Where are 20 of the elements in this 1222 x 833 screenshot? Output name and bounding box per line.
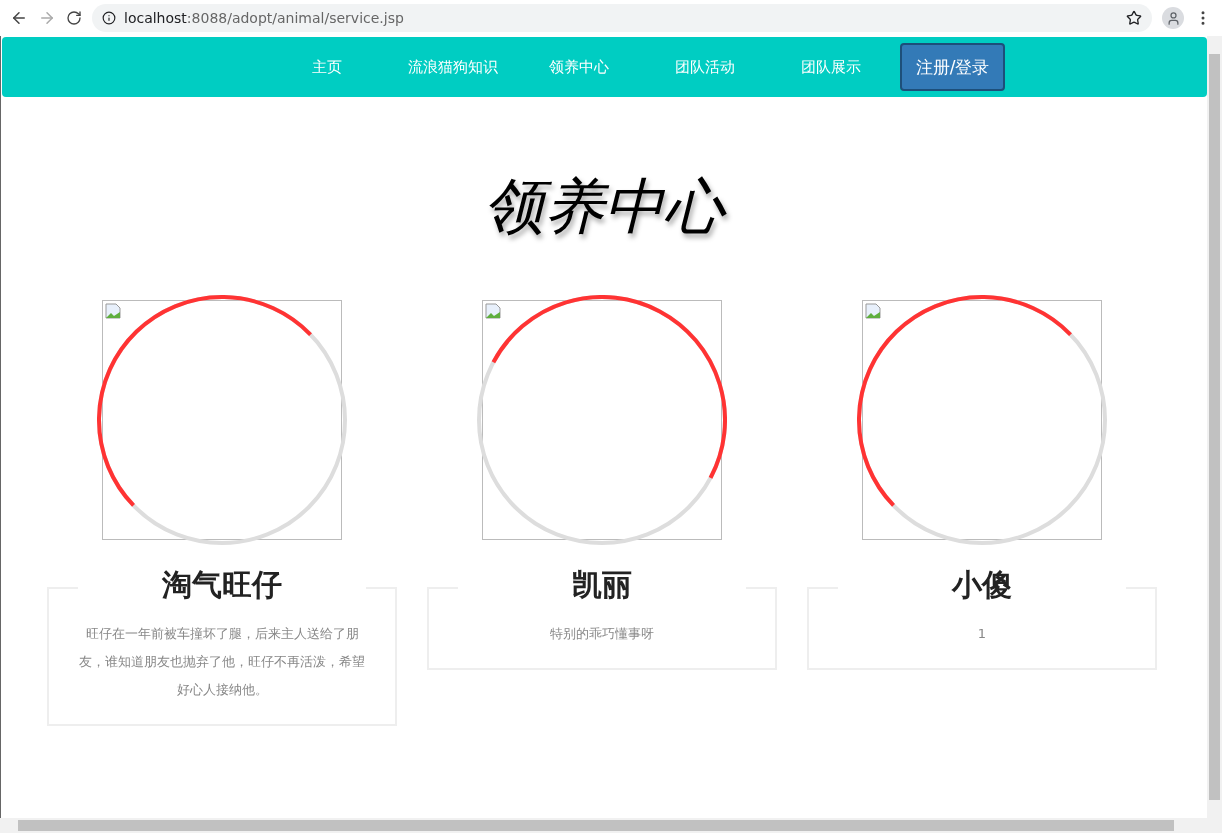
bookmark-star-icon[interactable] xyxy=(1126,10,1142,26)
info-icon xyxy=(102,11,116,25)
pet-description: 特别的乖巧懂事呀 xyxy=(549,625,655,643)
back-icon[interactable] xyxy=(10,9,28,27)
nav-link[interactable]: 领养中心 xyxy=(515,57,642,77)
nav-link[interactable]: 团队活动 xyxy=(641,57,768,77)
broken-image-icon xyxy=(865,303,881,319)
nav-link[interactable]: 团队展示 xyxy=(767,57,894,77)
horizontal-scrollbar[interactable] xyxy=(0,818,1222,833)
broken-image-icon xyxy=(485,303,501,319)
broken-image-icon xyxy=(105,303,121,319)
pet-description: 旺仔在一年前被车撞坏了腿，后来主人送给了朋友，谁知道朋友也抛弃了他，旺仔不再活泼，希望好心人接纳他。 xyxy=(78,625,366,699)
profile-icon[interactable] xyxy=(1162,7,1184,29)
vertical-scrollbar[interactable] xyxy=(1207,36,1222,818)
reload-icon[interactable] xyxy=(66,10,82,26)
address-bar[interactable]: localhost:8088/adopt/animal/service.jsp xyxy=(92,4,1152,32)
nav-link[interactable]: 流浪猫狗知识 xyxy=(389,57,516,77)
nav-link[interactable]: 主页 xyxy=(263,57,390,77)
pet-description: 1 xyxy=(976,625,988,643)
login-button[interactable]: 注册/登录 xyxy=(899,43,1006,91)
